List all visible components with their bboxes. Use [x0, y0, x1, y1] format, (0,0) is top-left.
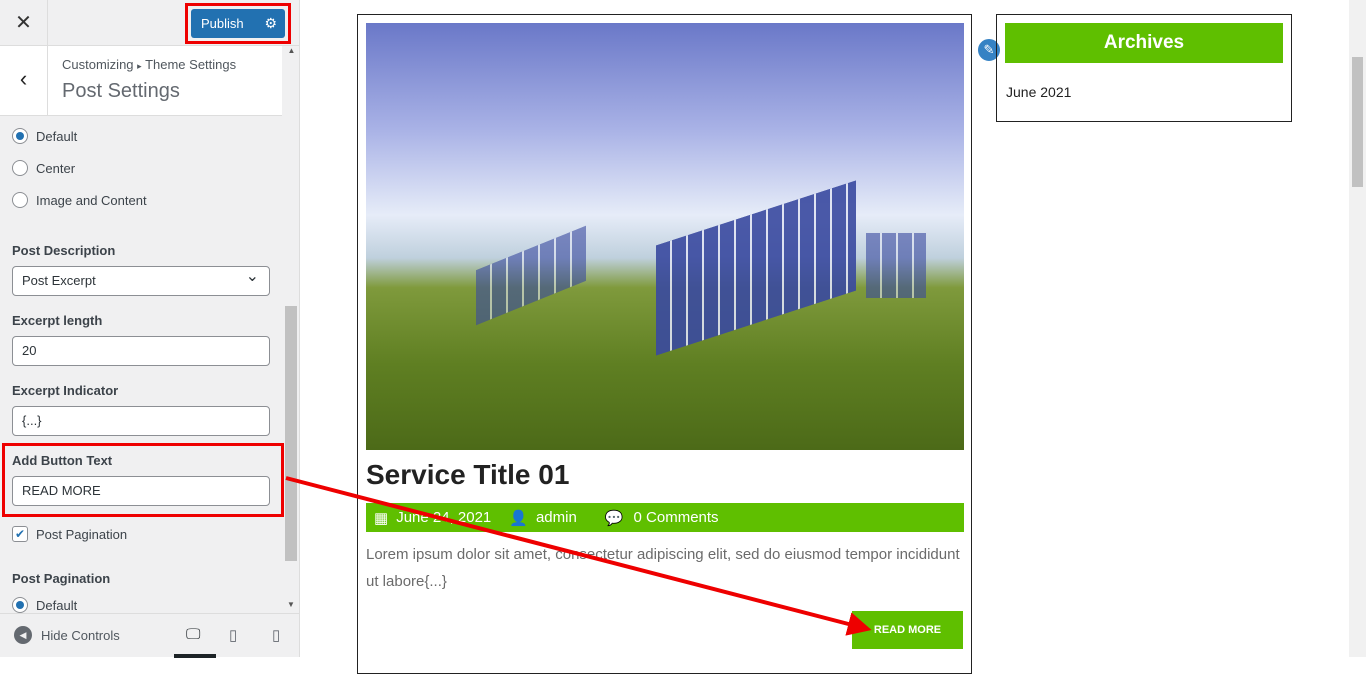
- gear-icon[interactable]: ⚙: [264, 9, 277, 38]
- excerpt-length-input[interactable]: 20: [12, 336, 270, 366]
- radio-label: Center: [36, 160, 76, 176]
- post-comments[interactable]: 0 Comments: [634, 509, 719, 526]
- radio-button[interactable]: [12, 128, 28, 144]
- breadcrumb-separator: ▸: [137, 61, 142, 71]
- post-excerpt: Lorem ipsum dolor sit amet, consectetur …: [366, 546, 960, 590]
- widget-title: Archives: [1005, 23, 1283, 63]
- customizer-panel: ✕ Publish ⚙ ‹ Customizing ▸ Theme Setting…: [0, 0, 300, 658]
- checkbox-checked-icon[interactable]: ✔: [12, 526, 28, 542]
- radio-label: Default: [36, 128, 78, 144]
- hide-controls-label: Hide Controls: [41, 627, 120, 643]
- post-meta: ▦ June 24, 2021 👤 admin 💬 0 Comments: [366, 503, 964, 532]
- section-header: ‹ Customizing ▸ Theme Settings Post Sett…: [0, 46, 282, 116]
- publish-button[interactable]: Publish ⚙: [191, 9, 285, 38]
- post-date[interactable]: June 24, 2021: [396, 509, 491, 526]
- radio-label: Default: [36, 597, 78, 613]
- radio-default[interactable]: Default: [12, 128, 77, 144]
- radio-image-and-content[interactable]: Image and Content: [12, 192, 147, 208]
- post-pagination-label: Post Pagination: [12, 571, 111, 586]
- page-title: Post Settings: [62, 80, 180, 102]
- radio-label: Image and Content: [36, 192, 147, 208]
- archives-widget: Archives June 2021: [996, 14, 1292, 122]
- site-preview: Service Title 01 ▦ June 24, 2021 👤 admin 💬…: [300, 0, 1366, 674]
- publish-label: Publish: [201, 16, 244, 31]
- tablet-preview-icon[interactable]: ▯: [229, 626, 237, 644]
- hide-controls-button[interactable]: ◀ Hide Controls: [14, 626, 120, 644]
- breadcrumb-root: Customizing: [62, 57, 134, 72]
- solar-panel-image: [476, 225, 586, 326]
- customizer-footer: ◀ Hide Controls 🖵 ▯ ▯: [0, 613, 299, 658]
- pagination-radio-default[interactable]: Default: [12, 597, 77, 613]
- post-author[interactable]: admin: [536, 509, 577, 526]
- button-text-input[interactable]: READ MORE: [12, 476, 270, 506]
- post-pagination-checkbox[interactable]: ✔ Post Pagination: [12, 526, 127, 542]
- solar-panel-image: [656, 180, 856, 356]
- excerpt-indicator-label: Excerpt Indicator: [12, 383, 119, 398]
- user-icon: 👤: [509, 509, 528, 527]
- back-icon[interactable]: ‹: [0, 46, 48, 116]
- solar-panel-image: [866, 233, 926, 298]
- customizer-topbar: ✕ Publish ⚙: [0, 0, 299, 46]
- comments-icon: 💬: [604, 509, 624, 527]
- checkbox-label: Post Pagination: [36, 526, 128, 542]
- preview-scrollbar[interactable]: [1349, 0, 1366, 657]
- breadcrumb-section: Theme Settings: [145, 57, 237, 72]
- calendar-icon: ▦: [374, 509, 389, 527]
- radio-button[interactable]: [12, 597, 28, 613]
- radio-button[interactable]: [12, 160, 28, 176]
- excerpt-indicator-input[interactable]: {...}: [12, 406, 270, 436]
- excerpt-length-label: Excerpt length: [12, 313, 103, 328]
- archive-link[interactable]: June 2021: [1006, 84, 1071, 100]
- scroll-down-icon[interactable]: ▼: [285, 600, 297, 609]
- desktop-preview-icon[interactable]: 🖵: [186, 626, 200, 643]
- post-card: Service Title 01 ▦ June 24, 2021 👤 admin 💬…: [357, 14, 972, 674]
- post-description-select[interactable]: Post Excerpt: [12, 263, 270, 296]
- collapse-icon: ◀: [14, 626, 32, 644]
- post-description-label: Post Description: [12, 243, 116, 258]
- read-more-button[interactable]: READ MORE: [852, 611, 963, 649]
- scroll-up-icon[interactable]: ▲: [285, 46, 298, 55]
- button-text-label: Add Button Text: [12, 453, 113, 468]
- mobile-preview-icon[interactable]: ▯: [272, 626, 280, 644]
- panel-scrollbar[interactable]: ▲ ▼: [285, 46, 298, 613]
- annotation-highlight-publish: Publish ⚙: [185, 3, 291, 44]
- breadcrumb: Customizing ▸ Theme Settings: [62, 57, 236, 72]
- radio-button[interactable]: [12, 192, 28, 208]
- post-featured-image[interactable]: [366, 23, 964, 450]
- scrollbar-thumb[interactable]: [1352, 57, 1363, 187]
- scrollbar-thumb[interactable]: [285, 306, 297, 561]
- radio-center[interactable]: Center: [12, 160, 75, 176]
- close-icon[interactable]: ✕: [0, 0, 48, 46]
- post-title[interactable]: Service Title 01: [366, 459, 569, 491]
- active-device-indicator: [174, 654, 216, 658]
